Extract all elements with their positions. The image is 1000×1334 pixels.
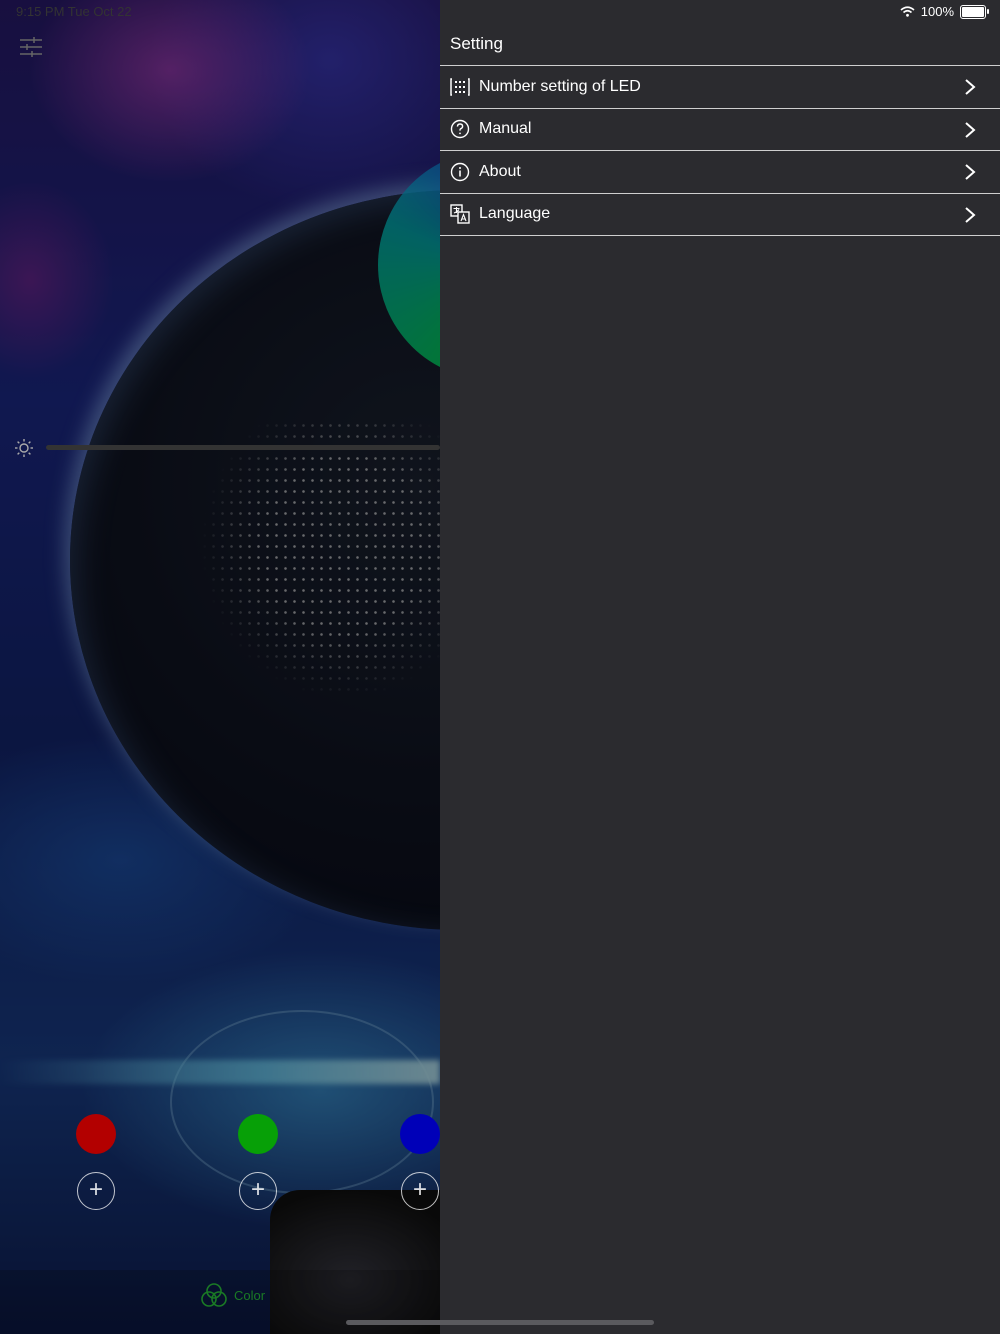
settings-sliders-icon[interactable]: [18, 34, 44, 60]
add-color-button[interactable]: +: [77, 1172, 115, 1210]
color-preset-red[interactable]: [76, 1114, 116, 1154]
menu-item-about[interactable]: About: [440, 151, 1000, 194]
status-time-date: 9:15 PM Tue Oct 22: [16, 4, 132, 19]
add-color-button[interactable]: +: [401, 1172, 439, 1210]
tab-color-label: Color: [234, 1287, 266, 1303]
led-grid-icon: [450, 77, 470, 97]
tab-color[interactable]: Color: [200, 1282, 265, 1308]
battery-percent: 100%: [920, 4, 954, 19]
chevron-right-icon: [965, 164, 976, 180]
settings-drawer: 100% Setting Number setting of LED Manua…: [440, 0, 1000, 1334]
translate-icon: [450, 204, 470, 224]
info-circle-icon: [450, 162, 470, 182]
main-app-view: 9:15 PM Tue Oct 22 + + + Color: [0, 0, 440, 1334]
color-circles-icon: [201, 1283, 227, 1307]
menu-item-language[interactable]: Language: [440, 194, 1000, 236]
status-indicators: 100%: [900, 4, 989, 19]
wifi-icon: [900, 6, 915, 17]
question-circle-icon: [450, 119, 470, 139]
battery-icon: [960, 4, 989, 19]
menu-item-label: Number setting of LED: [479, 77, 641, 95]
chevron-right-icon: [965, 206, 976, 223]
menu-item-label: Language: [479, 205, 551, 223]
add-color-button[interactable]: +: [239, 1172, 277, 1210]
settings-menu: Number setting of LED Manual About Langu…: [440, 65, 1000, 236]
drawer-title: Setting: [450, 34, 503, 53]
menu-item-label: About: [479, 162, 521, 180]
chevron-right-icon: [965, 121, 976, 138]
menu-item-led-number[interactable]: Number setting of LED: [440, 66, 1000, 109]
home-indicator[interactable]: [346, 1320, 654, 1325]
brightness-icon: [15, 439, 33, 457]
dim-overlay[interactable]: [0, 0, 440, 1334]
brightness-slider[interactable]: [46, 445, 440, 450]
color-preset-blue[interactable]: [400, 1114, 440, 1154]
menu-item-label: Manual: [479, 120, 532, 138]
color-preset-green[interactable]: [238, 1114, 278, 1154]
menu-item-manual[interactable]: Manual: [440, 109, 1000, 151]
chevron-right-icon: [965, 79, 976, 95]
